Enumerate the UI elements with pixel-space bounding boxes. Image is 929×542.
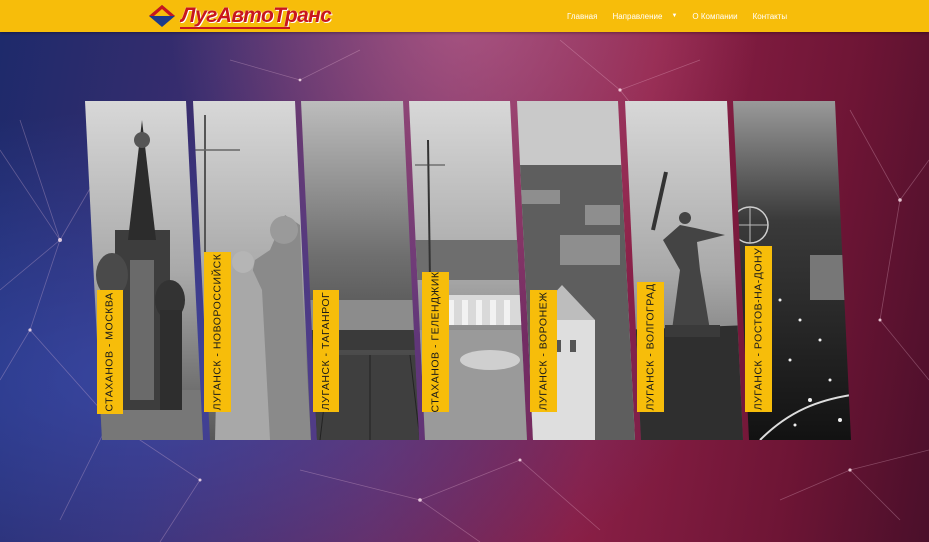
route-label-volgograd[interactable]: ЛУГАНСК - ВОЛГОГРАД (637, 282, 664, 412)
route-gallery (85, 101, 851, 440)
nav-item-about[interactable]: О Компании (692, 12, 737, 21)
brand-logo[interactable]: ЛугАвтоТранс (148, 3, 332, 29)
top-navigation-bar: ЛугАвтоТранс Главная Направление ▼ О Комп… (0, 0, 929, 32)
route-label-rostov[interactable]: ЛУГАНСК - РОСТОВ-НА-ДОНУ (745, 246, 772, 412)
nav-item-contacts[interactable]: Контакты (753, 12, 788, 21)
route-label-moscow[interactable]: СТАХАНОВ - МОСКВА (97, 290, 123, 414)
route-label-voronezh[interactable]: ЛУГАНСК - ВОРОНЕЖ (530, 290, 557, 412)
chevron-down-icon: ▼ (671, 13, 678, 20)
route-label-taganrog[interactable]: ЛУГАНСК - ТАГАНРОГ (313, 290, 339, 412)
logo-underline (180, 27, 290, 29)
main-nav: Главная Направление ▼ О Компании Контакты (567, 0, 802, 32)
brand-name: ЛугАвтоТранс (181, 4, 332, 27)
logo-emblem-icon (149, 5, 175, 27)
route-label-novorossiysk[interactable]: ЛУГАНСК - НОВОРОССИЙСК (204, 252, 231, 412)
nav-item-directions[interactable]: Направление ▼ (612, 12, 677, 21)
nav-item-home[interactable]: Главная (567, 12, 597, 21)
nav-item-directions-label: Направление (612, 11, 663, 21)
route-label-gelendzhik[interactable]: СТАХАНОВ - ГЕЛЕНДЖИК (422, 271, 449, 413)
